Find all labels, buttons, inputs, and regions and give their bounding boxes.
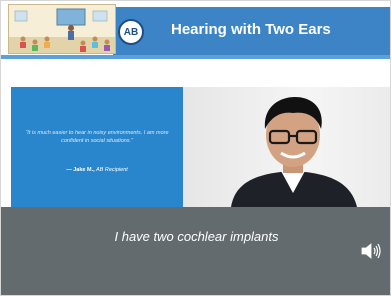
caption-bar: I have two cochlear implants	[1, 207, 390, 295]
slide-title: Hearing with Two Ears	[171, 21, 331, 38]
quote-text: “It is much easier to hear in noisy envi…	[25, 130, 169, 144]
quote-panel: “It is much easier to hear in noisy envi…	[11, 87, 183, 207]
header-stripe	[1, 55, 390, 59]
presentation-slide: AB Hearing with Two Ears “It is much eas…	[0, 0, 391, 296]
classroom-illustration	[8, 4, 116, 54]
quote-author: — Jake M.,	[66, 167, 95, 173]
ab-logo: AB	[118, 19, 144, 45]
slide-header: AB Hearing with Two Ears	[1, 1, 390, 59]
slide-caption: I have two cochlear implants	[114, 229, 279, 244]
quote-role: AB Recipient	[95, 167, 128, 173]
person-photo	[183, 87, 390, 207]
speaker-icon[interactable]	[359, 239, 383, 263]
quote-attribution: — Jake M., AB Recipient	[21, 167, 173, 173]
